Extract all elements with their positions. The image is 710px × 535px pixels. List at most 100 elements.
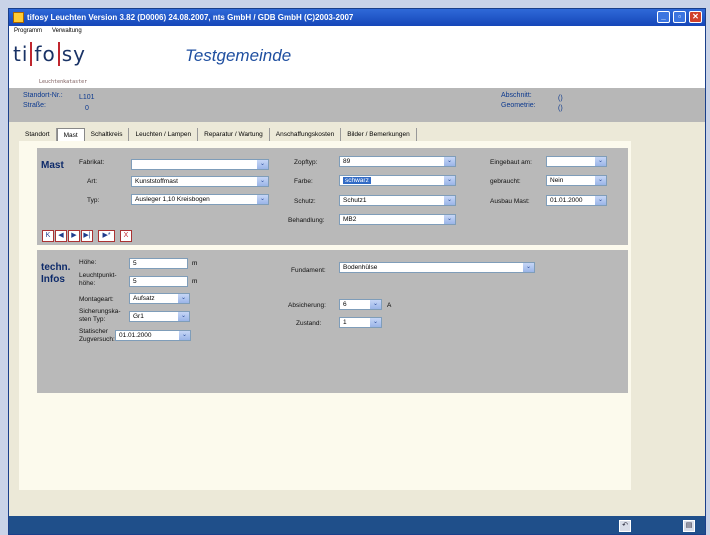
techn-infos-title-b: Infos [41, 274, 65, 285]
delete-record-button[interactable]: X [120, 230, 132, 242]
absicherung-unit: A [387, 302, 392, 309]
behandlung-label: Behandlung: [288, 217, 325, 224]
absicherung-select[interactable]: 6 ⌄ [339, 299, 382, 310]
title-bar: tifosy Leuchten Version 3.82 (D0006) 24.… [9, 9, 705, 26]
farbe-select[interactable]: schwarz ⌄ [339, 175, 456, 186]
chevron-down-icon[interactable]: ⌄ [178, 312, 189, 321]
standort-value: L101 [79, 94, 95, 101]
sicherung-label-a: Sicherungska- [79, 308, 121, 315]
montageart-select[interactable]: Aufsatz ⌄ [129, 293, 190, 304]
menu-programm[interactable]: Programm [14, 26, 42, 36]
location-info-bar: Standort-Nr.: L101 Straße: 0 Abschnitt: … [9, 88, 705, 122]
behandlung-select[interactable]: MB2 ⌄ [339, 214, 456, 225]
art-select[interactable]: Kunststoffmast ⌄ [131, 176, 269, 187]
window-title: tifosy Leuchten Version 3.82 (D0006) 24.… [27, 13, 354, 22]
close-button[interactable]: ✕ [689, 11, 702, 23]
typ-select[interactable]: Ausleger 1,10 Kreisbogen ⌄ [131, 194, 269, 205]
techn-infos-title-a: techn. [41, 262, 71, 273]
chevron-down-icon[interactable]: ⌄ [523, 263, 534, 272]
chevron-down-icon[interactable]: ⌄ [595, 176, 606, 185]
zopftyp-select[interactable]: 89 ⌄ [339, 156, 456, 167]
menu-verwaltung[interactable]: Verwaltung [52, 26, 82, 36]
chevron-down-icon[interactable]: ⌄ [370, 300, 381, 309]
sicherung-label-b: sten Typ: [79, 316, 106, 323]
mast-section-title: Mast [41, 160, 64, 171]
montageart-label: Montageart: [79, 296, 114, 303]
ausbau-select[interactable]: 01.01.2000 ⌄ [546, 195, 607, 206]
fabrikat-label: Fabrikat: [79, 159, 105, 166]
tab-anschaffungskosten[interactable]: Anschaffungskosten [270, 128, 342, 142]
minimize-button[interactable]: _ [657, 11, 670, 23]
hoehe-unit: m [192, 260, 198, 267]
last-record-button[interactable]: ▶| [81, 230, 93, 242]
gebraucht-select[interactable]: Nein ⌄ [546, 175, 607, 186]
lph-unit: m [192, 278, 198, 285]
status-bar: ↶ ▤ [9, 516, 705, 534]
eingebaut-label: Eingebaut am: [490, 159, 532, 166]
municipality-title: Testgemeinde [185, 46, 292, 65]
schutz-label: Schutz: [294, 198, 316, 205]
standort-label: Standort-Nr.: [23, 92, 63, 99]
tab-leuchten-lampen[interactable]: Leuchten / Lampen [129, 128, 199, 142]
chevron-down-icon[interactable]: ⌄ [179, 331, 190, 340]
chevron-down-icon[interactable]: ⌄ [444, 196, 455, 205]
chevron-down-icon[interactable]: ⌄ [444, 215, 455, 224]
lph-label-b: höhe: [79, 280, 96, 287]
prev-record-button[interactable]: ◀ [55, 230, 67, 242]
sicherungskasten-select[interactable]: Gr1 ⌄ [129, 311, 190, 322]
header: ti fo sy Leuchtenkataster Testgemeinde [9, 36, 705, 88]
techn-infos-section [37, 250, 628, 393]
schutz-select[interactable]: Schutz1 ⌄ [339, 195, 456, 206]
save-icon[interactable]: ▤ [683, 520, 695, 532]
hoehe-label: Höhe: [79, 259, 97, 266]
typ-label: Typ: [87, 197, 100, 204]
menu-bar: Programm Verwaltung [9, 26, 705, 36]
leuchtpunkthoehe-input[interactable]: 5 [129, 276, 188, 287]
chevron-down-icon[interactable]: ⌄ [595, 196, 606, 205]
tab-reparatur-wartung[interactable]: Reparatur / Wartung [198, 128, 270, 142]
gebraucht-label: gebraucht: [490, 178, 521, 185]
chevron-down-icon[interactable]: ⌄ [595, 157, 606, 166]
zopftyp-label: Zopftyp: [294, 159, 318, 166]
logo-subtitle: Leuchtenkataster [39, 79, 88, 85]
chevron-down-icon[interactable]: ⌄ [257, 177, 268, 186]
fabrikat-select[interactable]: ⌄ [131, 159, 269, 170]
zustand-label: Zustand: [296, 320, 322, 327]
abschnitt-value: () [558, 95, 563, 102]
lph-label-a: Leuchtpunkt- [79, 272, 117, 279]
geometrie-value: () [558, 105, 563, 112]
undo-icon[interactable]: ↶ [619, 520, 631, 532]
tab-mast[interactable]: Mast [56, 128, 85, 142]
tab-bilder-bemerkungen[interactable]: Bilder / Bemerkungen [341, 128, 417, 142]
app-icon [13, 12, 24, 23]
zugversuch-select[interactable]: 01.01.2000 ⌄ [115, 330, 191, 341]
first-record-button[interactable]: K [42, 230, 54, 242]
abschnitt-label: Abschnitt: [501, 92, 532, 99]
tab-schaltkreis[interactable]: Schaltkreis [85, 128, 130, 142]
statisch-label-b: Zugversuch: [79, 336, 115, 343]
chevron-down-icon[interactable]: ⌄ [444, 176, 455, 185]
new-record-button[interactable]: ▶* [98, 230, 115, 242]
tab-standort[interactable]: Standort [19, 128, 57, 142]
next-record-button[interactable]: ▶ [68, 230, 80, 242]
fundament-select[interactable]: Bodenhülse ⌄ [339, 262, 535, 273]
geometrie-label: Geometrie: [501, 102, 536, 109]
statisch-label-a: Statischer [79, 328, 108, 335]
absicherung-label: Absicherung: [288, 302, 326, 309]
farbe-label: Farbe: [294, 178, 313, 185]
zustand-select[interactable]: 1 ⌄ [339, 317, 382, 328]
fundament-label: Fundament: [291, 267, 326, 274]
eingebaut-select[interactable]: ⌄ [546, 156, 607, 167]
maximize-button[interactable]: ▫ [673, 11, 686, 23]
strasse-value: 0 [85, 105, 89, 112]
logo: ti fo sy [13, 42, 86, 66]
hoehe-input[interactable]: 5 [129, 258, 188, 269]
strasse-label: Straße: [23, 102, 46, 109]
chevron-down-icon[interactable]: ⌄ [257, 160, 268, 169]
ausbau-label: Ausbau Mast: [490, 198, 530, 205]
chevron-down-icon[interactable]: ⌄ [178, 294, 189, 303]
chevron-down-icon[interactable]: ⌄ [257, 195, 268, 204]
chevron-down-icon[interactable]: ⌄ [444, 157, 455, 166]
art-label: Art: [87, 178, 98, 185]
chevron-down-icon[interactable]: ⌄ [370, 318, 381, 327]
